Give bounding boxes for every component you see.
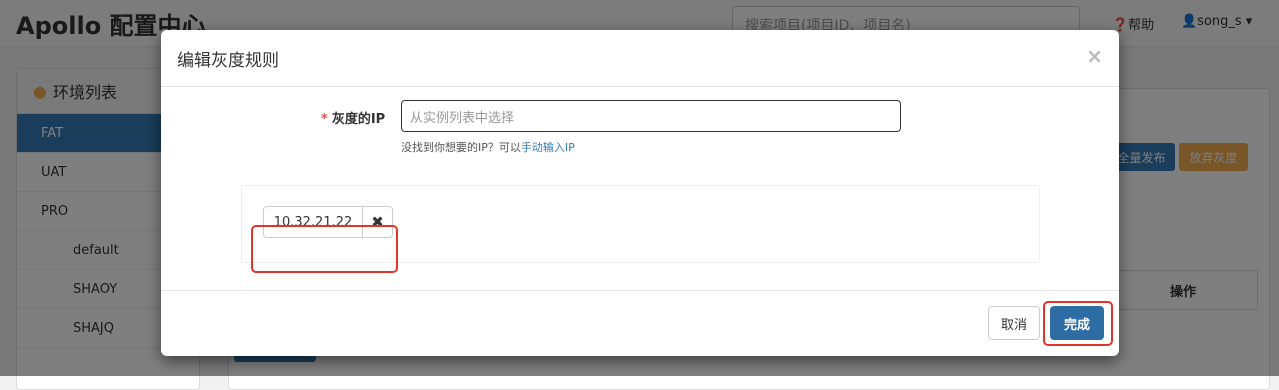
ip-select-input[interactable]: 从实例列表中选择 <box>401 100 901 132</box>
modal-footer <box>161 290 1119 356</box>
cancel-button[interactable]: 取消 <box>988 306 1040 340</box>
highlight-ip-tag <box>251 225 398 273</box>
modal-title: 编辑灰度规则 <box>177 51 279 71</box>
close-icon[interactable]: × <box>1086 44 1103 68</box>
modal-header: 编辑灰度规则 × <box>161 30 1119 87</box>
gray-ip-label-text: 灰度的IP <box>331 112 386 127</box>
gray-ip-label: * 灰度的IP <box>321 108 385 127</box>
manual-input-ip-link[interactable]: 手动输入IP <box>521 141 575 154</box>
required-mark: * <box>321 112 328 127</box>
highlight-done-button <box>1043 301 1113 346</box>
hint-text: 没找到你想要的IP？可以 <box>401 141 521 154</box>
edit-gray-rule-modal: 编辑灰度规则 × * 灰度的IP 从实例列表中选择 没找到你想要的IP？可以手动输… <box>161 30 1119 356</box>
ip-hint: 没找到你想要的IP？可以手动输入IP <box>401 139 575 155</box>
